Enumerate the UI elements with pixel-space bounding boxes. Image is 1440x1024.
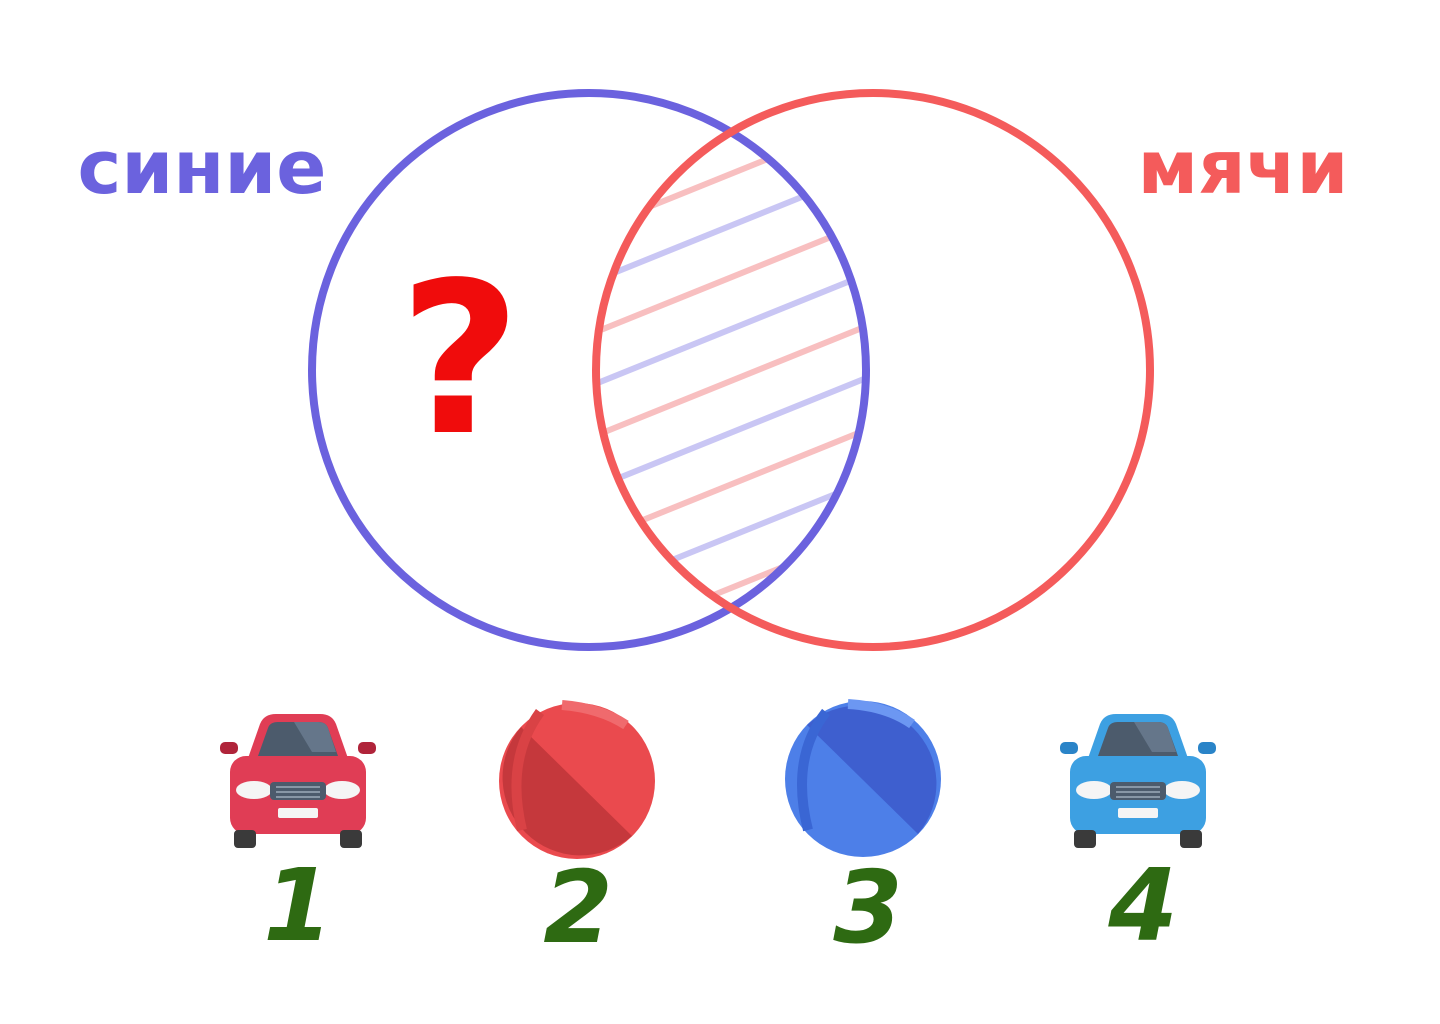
item-number-4: 4: [1107, 847, 1178, 964]
question-mark: ?: [399, 237, 521, 482]
blue-set-label: синие: [78, 125, 327, 211]
balls-set-label: мячи: [1138, 125, 1349, 211]
red-car-icon: [220, 714, 376, 848]
blue-car-icon: [1060, 714, 1216, 848]
blue-ball-icon: [785, 699, 941, 857]
item-number-3: 3: [833, 849, 903, 966]
item-number-1: 1: [263, 847, 333, 964]
venn-diagram: синие мячи ? 1 2 3 4: [78, 89, 1349, 966]
item-number-2: 2: [543, 849, 613, 966]
red-ball-icon: [499, 700, 655, 859]
